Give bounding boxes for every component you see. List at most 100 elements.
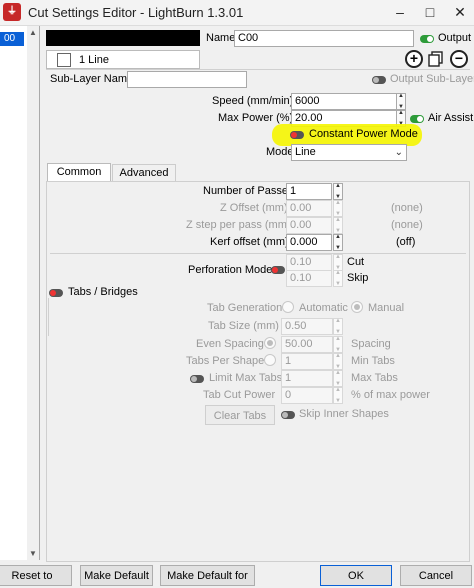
air-assist-label: Air Assist: [428, 112, 474, 124]
scroll-up-icon[interactable]: ▲: [29, 28, 37, 37]
perforation-cut-label: Cut: [347, 256, 365, 268]
z-step-note: (none): [391, 219, 423, 231]
title-bar: ⏚ Cut Settings Editor - LightBurn 1.3.01…: [0, 0, 474, 26]
z-step-label: Z step per pass (mm): [186, 219, 291, 231]
kerf-label: Kerf offset (mm): [210, 236, 289, 248]
tab-cut-power-unit: % of max power: [351, 389, 430, 401]
speed-input[interactable]: 6000: [291, 93, 397, 110]
output-sublayer-label: Output Sub-Layer: [390, 73, 474, 85]
reset-to-default-button[interactable]: Reset to Default: [0, 565, 72, 586]
perforation-skip-input[interactable]: 0.10: [286, 270, 332, 287]
skip-inner-shapes-toggle[interactable]: [281, 411, 295, 419]
layer-list[interactable]: 00 ▲ ▼: [0, 26, 40, 560]
add-sublayer-icon[interactable]: +: [405, 50, 423, 68]
make-default-button[interactable]: Make Default: [80, 565, 153, 586]
tab-cut-power-input[interactable]: 0: [281, 387, 333, 404]
max-power-label: Max Power (%): [218, 112, 294, 124]
limit-max-tabs-toggle[interactable]: [190, 375, 204, 383]
z-step-input[interactable]: 0.00: [286, 217, 332, 234]
tab-generation-label: Tab Generation: [207, 302, 283, 314]
divider: [50, 253, 466, 254]
tabs-bridges-label: Tabs / Bridges: [68, 286, 138, 298]
minimize-icon[interactable]: –: [386, 2, 414, 22]
speed-spinner[interactable]: [396, 93, 406, 110]
tab-cut-power-label: Tab Cut Power: [203, 389, 276, 401]
perforation-label: Perforation Mode: [188, 264, 273, 276]
remove-sublayer-icon[interactable]: −: [450, 50, 468, 68]
tabs-per-shape-spinner[interactable]: [333, 353, 343, 370]
copy-sublayer-icon[interactable]: [428, 51, 444, 67]
clear-tabs-button[interactable]: Clear Tabs: [205, 405, 275, 425]
skip-inner-shapes-label: Skip Inner Shapes: [299, 408, 389, 420]
manual-label: Manual: [368, 302, 405, 314]
mode-value: Line: [295, 146, 316, 158]
passes-label: Number of Passes: [203, 185, 294, 197]
chevron-down-icon: ⌄: [394, 147, 403, 158]
perforation-cut-spinner[interactable]: [333, 254, 343, 271]
make-default-for-all-button[interactable]: Make Default for All: [160, 565, 255, 586]
name-input[interactable]: C00: [234, 30, 414, 47]
constant-power-toggle[interactable]: [290, 131, 304, 139]
tabs-per-shape-label: Tabs Per Shape: [186, 355, 265, 367]
air-assist-toggle[interactable]: [410, 115, 424, 123]
constant-power-label: Constant Power Mode: [309, 128, 418, 140]
spacing-label: Spacing: [351, 338, 391, 350]
z-offset-note: (none): [391, 202, 423, 214]
layer-list-scrollbar[interactable]: ▲ ▼: [27, 26, 39, 560]
perforation-toggle[interactable]: [271, 266, 285, 274]
max-tabs-input[interactable]: 1: [281, 370, 333, 387]
even-spacing-radio[interactable]: [264, 337, 276, 349]
kerf-spinner[interactable]: [333, 234, 343, 251]
window-title: Cut Settings Editor - LightBurn 1.3.01: [28, 5, 244, 20]
tab-advanced[interactable]: Advanced: [112, 164, 176, 182]
tab-cut-power-spinner[interactable]: [333, 387, 343, 404]
z-offset-spinner[interactable]: [333, 200, 343, 217]
cancel-button[interactable]: Cancel: [400, 565, 472, 586]
passes-input[interactable]: 1: [286, 183, 332, 200]
tabs-bridges-toggle[interactable]: [49, 289, 63, 297]
lightburn-logo-icon: ⏚: [3, 3, 21, 21]
sublayer-name-input[interactable]: [127, 71, 247, 88]
spacing-input[interactable]: 50.00: [281, 336, 333, 353]
layer-item-selected[interactable]: 00: [0, 32, 24, 46]
tab-size-spinner[interactable]: [333, 318, 343, 335]
tabs-per-shape-input[interactable]: 1: [281, 353, 333, 370]
spacing-spinner[interactable]: [333, 336, 343, 353]
automatic-radio[interactable]: [282, 301, 294, 313]
tab-size-input[interactable]: 0.50: [281, 318, 333, 335]
scroll-down-icon[interactable]: ▼: [29, 549, 37, 558]
limit-max-tabs-label: Limit Max Tabs: [209, 372, 283, 384]
divider: [48, 298, 49, 336]
ok-button[interactable]: OK: [320, 565, 392, 586]
name-label: Name: [206, 32, 236, 44]
even-spacing-label: Even Spacing: [196, 338, 264, 350]
perforation-cut-input[interactable]: 0.10: [286, 254, 332, 271]
kerf-note: (off): [396, 236, 416, 248]
divider: [46, 69, 470, 70]
max-tabs-label: Max Tabs: [351, 372, 398, 384]
tab-common[interactable]: Common: [47, 163, 111, 181]
speed-label: Speed (mm/min): [212, 95, 294, 107]
sublayer-tab-label: 1 Line: [79, 54, 109, 66]
mode-select[interactable]: Line ⌄: [291, 144, 407, 161]
z-step-spinner[interactable]: [333, 217, 343, 234]
mode-label: Mode: [266, 146, 294, 158]
sublayer-tab[interactable]: 1 Line: [46, 50, 200, 69]
passes-spinner[interactable]: [333, 183, 343, 200]
sublayer-swatch: [57, 53, 71, 67]
layer-color-bar: [46, 30, 200, 46]
kerf-input[interactable]: 0.000: [286, 234, 332, 251]
z-offset-input[interactable]: 0.00: [286, 200, 332, 217]
perforation-skip-label: Skip: [347, 272, 369, 284]
min-tabs-label: Min Tabs: [351, 355, 395, 367]
tabs-per-shape-radio[interactable]: [264, 354, 276, 366]
maximize-icon[interactable]: □: [416, 2, 444, 22]
max-tabs-spinner[interactable]: [333, 370, 343, 387]
z-offset-label: Z Offset (mm): [220, 202, 288, 214]
automatic-label: Automatic: [299, 302, 348, 314]
perforation-skip-spinner[interactable]: [333, 270, 343, 287]
close-icon[interactable]: ✕: [446, 2, 474, 22]
manual-radio[interactable]: [351, 301, 363, 313]
output-sublayer-toggle[interactable]: [372, 76, 386, 84]
output-toggle[interactable]: [420, 35, 434, 43]
